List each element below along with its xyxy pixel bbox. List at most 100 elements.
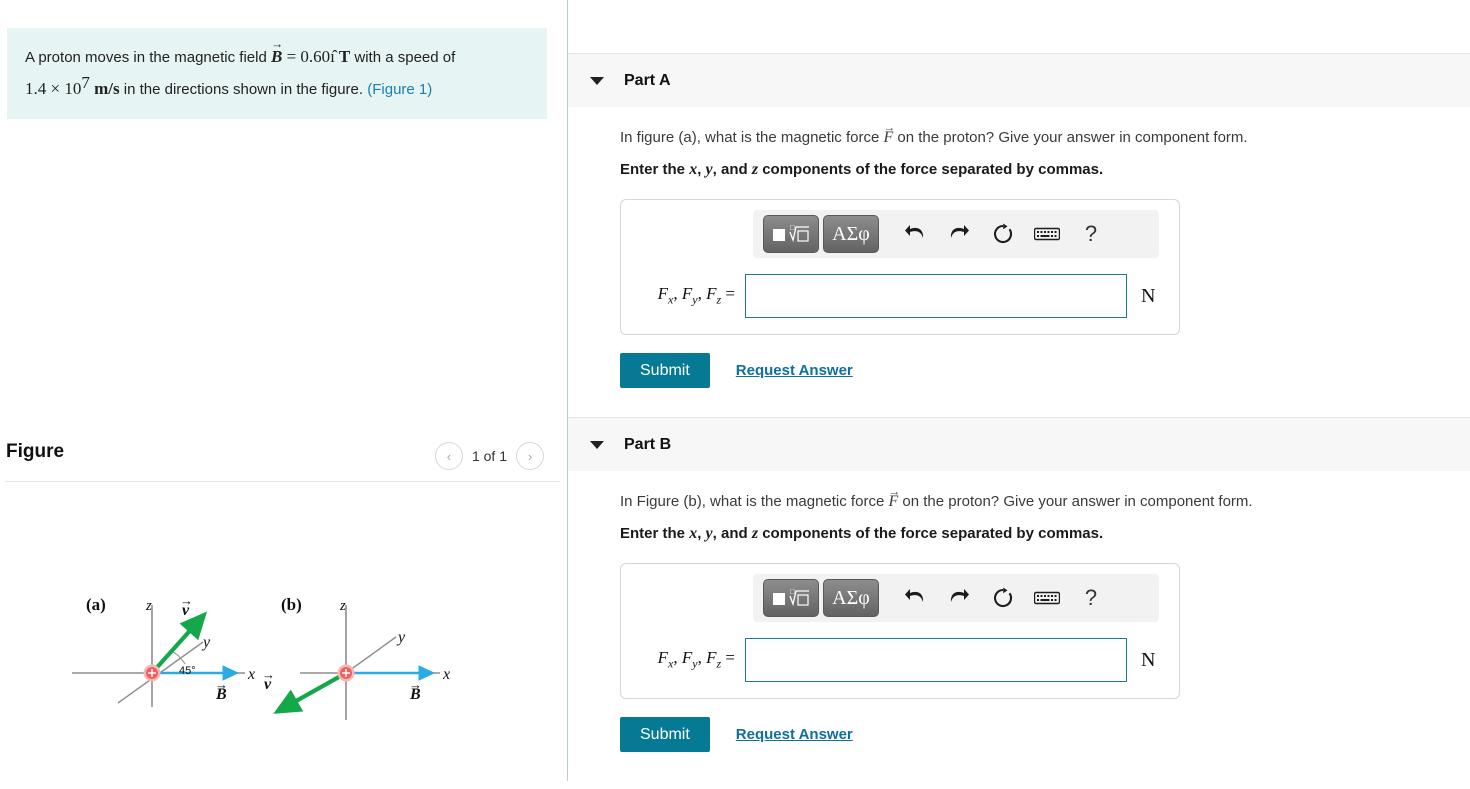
part-a-answer-input[interactable] [745, 274, 1127, 318]
axis-x-label-a: x [247, 666, 255, 683]
svg-text:→: → [262, 667, 275, 682]
right-pane: Part A In figure (a), what is the magnet… [568, 0, 1470, 789]
problem-B-unit: T [334, 47, 351, 66]
reset-icon[interactable] [983, 579, 1023, 617]
part-a-body: In figure (a), what is the magnetic forc… [568, 107, 1470, 388]
problem-text-3: in the directions shown in the figure. [119, 81, 368, 99]
math-template-icon: □ [773, 223, 809, 243]
axis-z-label-a: z [145, 598, 152, 614]
f-symbol-2-b: F [681, 648, 693, 668]
part-a-question: In figure (a), what is the magnetic forc… [620, 107, 1470, 147]
figure-pager: ‹ 1 of 1 › [434, 442, 544, 470]
figure-1-link[interactable]: (Figure 1) [367, 81, 432, 98]
greek-symbols-button[interactable]: ΑΣφ [823, 215, 879, 253]
part-b-answer-input[interactable] [745, 638, 1127, 682]
collapse-caret-icon[interactable] [590, 440, 604, 449]
svg-text:→: → [180, 593, 193, 608]
part-a-math-toolbar: □ ΑΣφ ? [753, 210, 1159, 258]
part-a-header[interactable]: Part A [568, 53, 1470, 107]
part-a-question-tail: on the proton? Give your answer in compo… [893, 129, 1248, 146]
help-icon[interactable]: ? [1071, 579, 1111, 617]
redo-icon[interactable] [939, 579, 979, 617]
part-b-question-lead: In Figure (b), what is the magnetic forc… [620, 493, 889, 510]
diagram-b: (b) z y x v → B → [262, 595, 450, 720]
math-template-button[interactable]: □ [763, 215, 819, 253]
problem-speed-unit: m/s [89, 79, 120, 99]
part-a-instruction: Enter the x, y, and z components of the … [620, 147, 1470, 179]
left-pane: A proton moves in the magnetic field → B … [0, 0, 567, 789]
instr-y-b: y [705, 525, 713, 542]
svg-text:→: → [409, 677, 422, 692]
figure-prev-button[interactable]: ‹ [434, 442, 463, 470]
svg-text:→: → [215, 677, 228, 692]
part-b-block: Part B In Figure (b), what is the magnet… [568, 417, 1470, 752]
redo-icon[interactable] [939, 215, 979, 253]
figure-counter: 1 of 1 [471, 448, 507, 464]
axis-z-label-b: z [339, 598, 346, 614]
part-b-answer-label: Fx, Fy, Fz = [657, 648, 735, 671]
vector-arrow-icon: → [888, 486, 900, 499]
keyboard-icon[interactable] [1027, 579, 1067, 617]
problem-statement: A proton moves in the magnetic field → B … [7, 28, 547, 119]
axis-y-label-a: y [201, 634, 211, 651]
f-sub-z-b: z [716, 656, 722, 671]
diagram-a-label: (a) [86, 595, 106, 614]
instr-post-a: components of the force separated by com… [758, 161, 1104, 178]
part-b-body: In Figure (b), what is the magnetic forc… [568, 471, 1470, 752]
physics-diagram-svg: (a) z y x 45° v → B → (b) z y x v → B → [72, 593, 450, 720]
problem-text-2: with a speed of [350, 49, 456, 66]
f-symbol-1-a: F [657, 284, 669, 304]
f-sub-y-b: y [692, 656, 698, 671]
diagram-a: (a) z y x 45° v → B → [72, 593, 255, 707]
math-template-button[interactable]: □ [763, 579, 819, 617]
part-b-title: Part B [624, 435, 672, 453]
keyboard-icon[interactable] [1027, 215, 1067, 253]
svg-text:□: □ [790, 587, 795, 596]
angle-label-a: 45° [179, 665, 196, 677]
part-a-request-answer-link[interactable]: Request Answer [736, 362, 853, 379]
instr-c2-b: , and [712, 525, 752, 542]
b-field-label-a: B → [215, 677, 228, 703]
force-symbol-a: → F [883, 122, 895, 146]
greek-symbols-button[interactable]: ΑΣφ [823, 579, 879, 617]
velocity-label-b: v → [262, 667, 275, 693]
part-b-unit: N [1141, 648, 1156, 671]
diagram-b-label: (b) [281, 595, 302, 614]
f-symbol-3-b: F [706, 648, 717, 668]
part-b-question-tail: on the proton? Give your answer in compo… [898, 493, 1253, 510]
magnetic-field-symbol: → B [270, 36, 284, 66]
problem-speed-exponent: 7 [81, 73, 90, 93]
reset-icon[interactable] [983, 215, 1023, 253]
figure-divider [6, 481, 560, 482]
instr-y-a: y [705, 161, 713, 178]
problem-B-value: = 0.60 [282, 47, 331, 66]
b-field-label-b: B → [409, 677, 422, 703]
part-b-submit-button[interactable]: Submit [620, 717, 710, 752]
instr-c1-b: , [697, 525, 706, 542]
axis-y-line-b [345, 636, 397, 674]
part-b-header[interactable]: Part B [568, 417, 1470, 471]
f-symbol-2-a: F [681, 284, 693, 304]
part-a-actions: Submit Request Answer [620, 353, 1470, 388]
part-a-answer-label: Fx, Fy, Fz = [657, 284, 735, 307]
help-icon[interactable]: ? [1071, 215, 1111, 253]
figure-next-button[interactable]: › [516, 442, 544, 470]
instr-x-a: x [689, 161, 698, 178]
part-b-request-answer-link[interactable]: Request Answer [736, 726, 853, 743]
collapse-caret-icon[interactable] [590, 76, 604, 85]
part-a-submit-button[interactable]: Submit [620, 353, 710, 388]
svg-text:□: □ [790, 223, 795, 232]
instr-post-b: components of the force separated by com… [758, 525, 1104, 542]
undo-icon[interactable] [895, 215, 935, 253]
part-a-block: Part A In figure (a), what is the magnet… [568, 53, 1470, 388]
problem-speed: 1.4 × 10 [25, 79, 82, 99]
vector-arrow-icon: → [270, 36, 284, 51]
figure-image: (a) z y x 45° v → B → (b) z y x v → B → [0, 560, 560, 740]
f-sub-y-a: y [692, 292, 698, 307]
part-b-instruction: Enter the x, y, and z components of the … [620, 511, 1470, 543]
part-b-math-toolbar: □ ΑΣφ ? [753, 574, 1159, 622]
instr-c2-a: , and [712, 161, 752, 178]
undo-icon[interactable] [895, 579, 935, 617]
f-sub-x-a: x [668, 292, 674, 307]
velocity-vector-b [273, 671, 348, 714]
